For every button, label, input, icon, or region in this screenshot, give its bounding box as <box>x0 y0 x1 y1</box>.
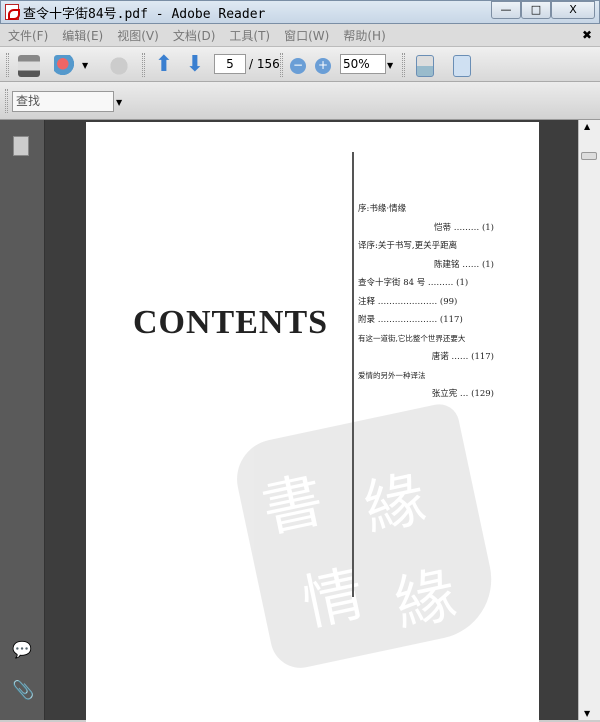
toolbar-grip[interactable] <box>5 89 8 113</box>
toolbar-grip[interactable] <box>402 53 405 77</box>
comments-icon[interactable]: 💬 <box>12 640 34 659</box>
maximize-button[interactable]: □ <box>521 1 551 19</box>
pages-icon[interactable] <box>13 136 29 156</box>
toc-entry[interactable]: 序:书缘·情缘 <box>358 200 494 219</box>
vertical-scrollbar[interactable]: ▲ ▼ <box>578 120 600 720</box>
fit-page-icon[interactable] <box>453 55 471 77</box>
menu-help[interactable]: 帮助(H) <box>343 27 385 44</box>
toc-entry[interactable]: 注释 ………………… (99) <box>358 293 494 312</box>
scroll-down-icon[interactable]: ▼ <box>584 709 590 718</box>
fit-width-icon[interactable] <box>416 55 434 77</box>
zoom-in-icon[interactable]: + <box>315 58 331 74</box>
share-icon[interactable] <box>54 55 76 77</box>
previous-page-icon[interactable]: ⬆ <box>153 54 175 77</box>
toc-entry[interactable]: 恺蒂 ……… (1) <box>358 219 494 238</box>
toolbar-grip[interactable] <box>6 53 9 77</box>
toc-entry[interactable]: 查令十字街 84 号 ……… (1) <box>358 274 494 293</box>
toc-entry[interactable]: 译序:关于书写,更关乎距离 <box>358 237 494 256</box>
minimize-button[interactable]: — <box>491 1 521 19</box>
toolbar-grip[interactable] <box>142 53 145 77</box>
page-number-input[interactable]: 5 <box>214 54 246 74</box>
scrollbar-thumb[interactable] <box>581 152 597 160</box>
scroll-up-icon[interactable]: ▲ <box>584 122 590 131</box>
zoom-dropdown-icon[interactable]: ▼ <box>387 61 393 70</box>
close-button[interactable]: X <box>551 1 595 19</box>
attachments-icon[interactable]: 📎 <box>12 680 34 701</box>
toc-entry[interactable]: 爱情的另外一种译法 <box>358 367 494 386</box>
page-total: / 156 <box>249 57 280 71</box>
find-dropdown-icon[interactable]: ▼ <box>116 98 122 107</box>
pdf-page: 書緣情緣 CONTENTS 序:书缘·情缘 恺蒂 ……… (1) 译序:关于书写… <box>86 122 539 722</box>
find-input[interactable]: 查找 <box>12 91 114 112</box>
toc-entry[interactable]: 陈建铭 …… (1) <box>358 256 494 275</box>
toolbar-grip[interactable] <box>280 53 283 77</box>
table-of-contents: 序:书缘·情缘 恺蒂 ……… (1) 译序:关于书写,更关乎距离 陈建铭 …… … <box>358 200 494 404</box>
menu-bar: 文件(F) 编辑(E) 视图(V) 文档(D) 工具(T) 窗口(W) 帮助(H… <box>0 24 600 46</box>
find-toolbar: 查找 ▼ <box>0 82 600 120</box>
toc-entry[interactable]: 唐诺 …… (117) <box>358 348 494 367</box>
title-bar: 查令十字街84号.pdf - Adobe Reader — □ X <box>0 0 600 24</box>
next-page-icon[interactable]: ⬇ <box>184 54 206 77</box>
toc-entry[interactable]: 附录 ………………… (117) <box>358 311 494 330</box>
document-area: 書緣情緣 CONTENTS 序:书缘·情缘 恺蒂 ……… (1) 译序:关于书写… <box>45 120 578 722</box>
divider-line <box>352 152 354 597</box>
pdf-app-icon <box>5 4 20 20</box>
menu-view[interactable]: 视图(V) <box>117 27 159 44</box>
menu-tools[interactable]: 工具(T) <box>229 27 270 44</box>
menu-file[interactable]: 文件(F) <box>8 27 48 44</box>
collaborate-icon <box>108 55 130 77</box>
menu-edit[interactable]: 编辑(E) <box>62 27 103 44</box>
print-icon[interactable] <box>18 55 40 77</box>
toc-entry[interactable]: 有这一道街,它比整个世界还要大 <box>358 330 494 349</box>
share-dropdown-icon[interactable]: ▼ <box>82 61 88 70</box>
zoom-out-icon[interactable]: − <box>290 58 306 74</box>
zoom-select[interactable]: 50% <box>340 54 386 74</box>
toolbar: ▼ ⬆ ⬇ 5 / 156 − + 50% ▼ <box>0 46 600 82</box>
menu-document[interactable]: 文档(D) <box>173 27 216 44</box>
window-title: 查令十字街84号.pdf - Adobe Reader <box>23 6 266 22</box>
navigation-panel: 💬 📎 <box>0 120 45 720</box>
contents-heading: CONTENTS <box>133 304 329 341</box>
menu-window[interactable]: 窗口(W) <box>284 27 329 44</box>
close-document-button[interactable]: ✖ <box>582 28 592 42</box>
seal-watermark: 書緣情緣 <box>229 400 503 674</box>
toc-entry[interactable]: 张立宪 … (129) <box>358 385 494 404</box>
